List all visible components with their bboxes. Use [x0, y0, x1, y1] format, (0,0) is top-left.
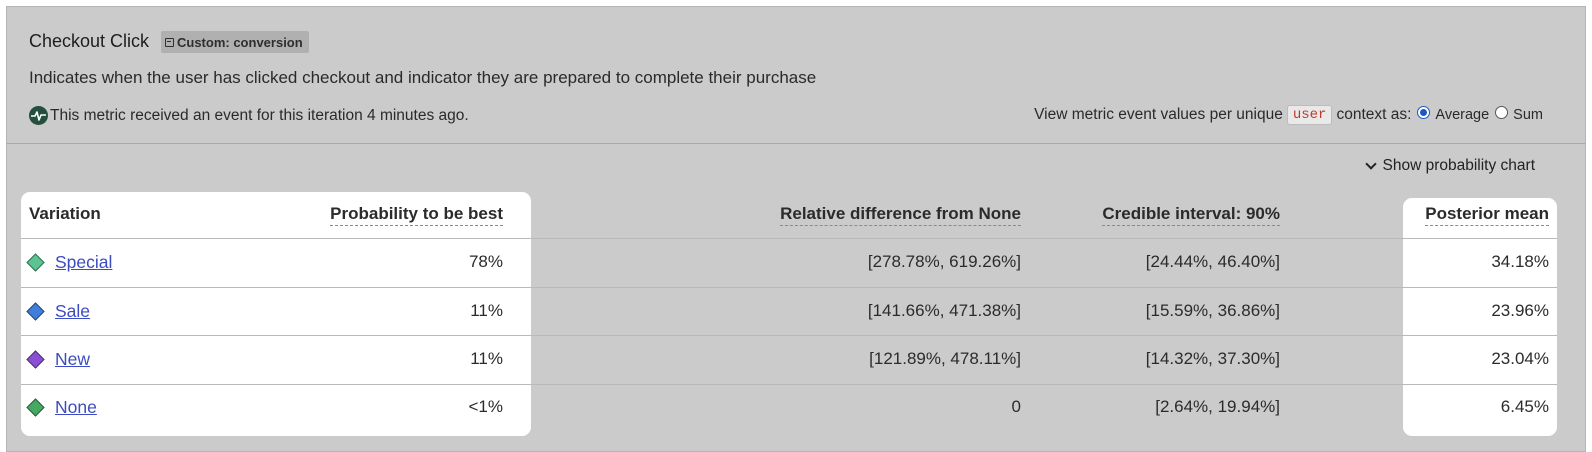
metric-title: Checkout Click — [29, 31, 150, 51]
table-row-variation: Special — [26, 252, 112, 273]
header-divider — [7, 143, 1585, 144]
chevron-down-icon — [1364, 158, 1377, 170]
table-row-variation: Sale — [26, 301, 90, 322]
table-row-variation: None — [26, 397, 97, 418]
relative-cell: [121.89%, 478.11%] — [869, 349, 1021, 368]
context-selector: View metric event values per unique user… — [1034, 105, 1543, 125]
radio-sum[interactable] — [1495, 105, 1509, 119]
metric-description: Indicates when the user has clicked chec… — [29, 68, 817, 87]
variation-link-none[interactable]: None — [55, 397, 97, 418]
metric-panel: Checkout Click Custom: conversion Indica… — [6, 6, 1586, 452]
context-key-chip: user — [1286, 105, 1333, 125]
activity-pulse-icon — [29, 106, 48, 125]
row-divider — [21, 238, 1557, 239]
relative-cell: 0 — [1011, 397, 1021, 416]
credible-cell: [24.44%, 46.40%] — [1145, 252, 1280, 271]
variation-link-special[interactable]: Special — [55, 252, 112, 273]
relative-cell: [278.78%, 619.26%] — [867, 252, 1021, 271]
variation-diamond-icon — [26, 302, 45, 321]
probability-cell: 78% — [468, 252, 503, 271]
table-row-variation: New — [26, 349, 90, 370]
radio-sum-label[interactable]: Sum — [1513, 107, 1543, 123]
probability-cell: 11% — [470, 349, 503, 368]
metric-type-badge: Custom: conversion — [161, 31, 309, 53]
row-divider — [21, 335, 1557, 336]
radio-average[interactable] — [1417, 105, 1431, 119]
credible-cell: [15.59%, 36.86%] — [1145, 301, 1280, 320]
credible-cell: [2.64%, 19.94%] — [1155, 397, 1280, 416]
row-divider — [21, 287, 1557, 288]
header-posterior-mean[interactable]: Posterior mean — [1425, 204, 1549, 226]
radio-average-label[interactable]: Average — [1435, 107, 1489, 123]
metric-type-icon — [165, 37, 174, 47]
header-variation: Variation — [29, 204, 101, 223]
variation-diamond-icon — [26, 398, 45, 417]
highlight-left-columns — [21, 192, 531, 436]
metric-type-label: Custom: conversion — [177, 34, 303, 50]
variation-diamond-icon — [26, 253, 45, 272]
header-relative-difference[interactable]: Relative difference from None — [780, 204, 1021, 226]
posterior-cell: 34.18% — [1491, 252, 1549, 271]
relative-cell: [141.66%, 471.38%] — [867, 301, 1021, 320]
variation-link-new[interactable]: New — [55, 349, 90, 370]
show-probability-chart-button[interactable]: Show probability chart — [1364, 157, 1536, 175]
row-divider — [21, 384, 1557, 385]
posterior-cell: 6.45% — [1500, 397, 1549, 416]
metric-status: This metric received an event for this i… — [29, 106, 469, 125]
metric-status-text: This metric received an event for this i… — [50, 106, 469, 124]
posterior-cell: 23.96% — [1491, 301, 1549, 320]
variation-diamond-icon — [26, 350, 45, 369]
probability-cell: 11% — [470, 301, 503, 320]
header-probability[interactable]: Probability to be best — [330, 204, 503, 226]
show-chart-label: Show probability chart — [1382, 157, 1536, 174]
probability-cell: <1% — [468, 397, 504, 416]
variation-link-sale[interactable]: Sale — [55, 301, 90, 322]
posterior-cell: 23.04% — [1491, 349, 1549, 368]
credible-cell: [14.32%, 37.30%] — [1145, 349, 1280, 368]
header-credible-interval[interactable]: Credible interval: 90% — [1102, 204, 1280, 226]
context-suffix: context as: — [1336, 106, 1412, 123]
context-prefix: View metric event values per unique — [1034, 106, 1283, 123]
